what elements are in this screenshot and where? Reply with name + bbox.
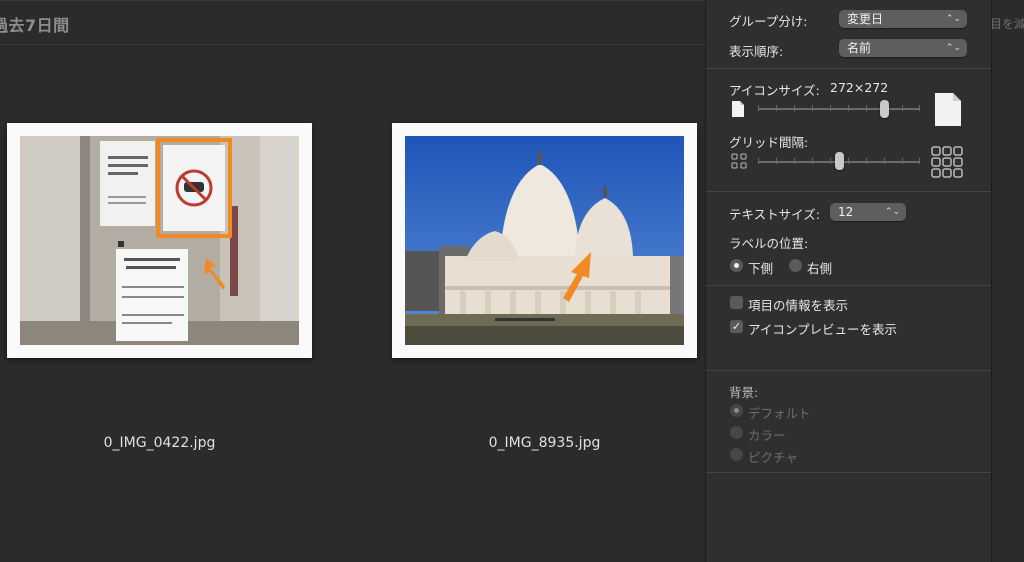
panel-divider	[706, 191, 991, 192]
sort-by-label: 表示順序:	[729, 44, 784, 59]
background-default-radio[interactable]	[730, 404, 743, 417]
panel-divider	[706, 370, 991, 371]
grid-spacing-label: グリッド間隔:	[729, 135, 809, 150]
photo-door-notices	[20, 136, 299, 345]
grid-spacing-slider-knob[interactable]	[834, 152, 844, 170]
sort-by-popup[interactable]: 名前 ⌃⌄	[839, 39, 967, 57]
sort-by-value: 名前	[847, 41, 872, 55]
text-size-popup[interactable]: 12 ⌃⌄	[830, 203, 906, 221]
show-icon-preview-label: アイコンプレビューを表示	[748, 322, 898, 337]
label-position-right-text: 右側	[807, 261, 833, 276]
background-color-radio[interactable]	[730, 426, 743, 439]
file-name-2[interactable]: 0_IMG_8935.jpg	[392, 435, 697, 451]
text-size-label: テキストサイズ:	[729, 207, 820, 222]
right-hint-text: 目を減	[990, 17, 1024, 31]
large-document-icon	[935, 93, 961, 126]
panel-divider	[706, 285, 991, 286]
background-default-text: デフォルト	[748, 406, 811, 421]
icon-size-label: アイコンサイズ:	[729, 83, 820, 98]
group-by-label: グループ分け:	[729, 14, 808, 29]
background-picture-text: ピクチャ	[748, 450, 798, 465]
group-by-popup[interactable]: 変更日 ⌃⌄	[839, 10, 967, 28]
label-position-right-radio[interactable]	[789, 259, 802, 272]
background-color-text: カラー	[748, 428, 786, 443]
panel-divider	[706, 68, 991, 69]
large-grid-icon	[931, 146, 963, 178]
show-item-info-label: 項目の情報を表示	[748, 298, 849, 313]
file-thumbnail-1[interactable]	[7, 123, 312, 358]
background-picture-radio[interactable]	[730, 448, 743, 461]
section-title: 過去7日間	[0, 16, 70, 35]
label-position-bottom-text: 下側	[748, 261, 774, 276]
small-document-icon	[732, 101, 744, 117]
panel-divider	[706, 472, 991, 473]
small-grid-icon	[731, 153, 747, 169]
photo-temple	[405, 136, 684, 345]
section-header: 過去7日間	[0, 12, 700, 36]
icon-size-track	[758, 108, 920, 110]
updown-chevron-icon: ⌃⌄	[945, 43, 961, 53]
text-size-value: 12	[838, 205, 854, 219]
updown-chevron-icon: ⌃⌄	[884, 207, 900, 217]
group-by-value: 変更日	[847, 12, 884, 26]
updown-chevron-icon: ⌃⌄	[945, 14, 961, 24]
show-icon-preview-checkbox[interactable]: ✓	[730, 320, 743, 333]
file-thumbnail-2[interactable]	[392, 123, 697, 358]
file-name-1[interactable]: 0_IMG_0422.jpg	[7, 435, 312, 451]
label-position-label: ラベルの位置:	[729, 236, 809, 251]
background-label: 背景:	[729, 385, 759, 400]
view-options-panel: グループ分け: 変更日 ⌃⌄ 表示順序: 名前 ⌃⌄ アイコンサイズ: 272×…	[705, 0, 992, 562]
icon-size-value: 272×272	[830, 80, 889, 95]
show-item-info-checkbox[interactable]	[730, 296, 743, 309]
icon-size-slider-knob[interactable]	[879, 100, 889, 118]
section-divider	[0, 44, 705, 45]
label-position-bottom-radio[interactable]	[730, 259, 743, 272]
top-border	[0, 0, 705, 1]
